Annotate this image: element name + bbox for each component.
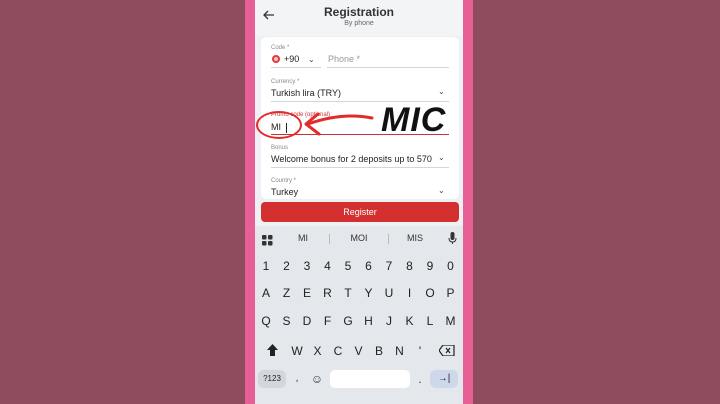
chevron-down-icon[interactable]: ⌄ (308, 55, 315, 64)
country-select[interactable]: Turkey (271, 187, 298, 197)
side-bar-left (245, 0, 255, 404)
key-1[interactable]: 1 (257, 255, 275, 277)
key-w[interactable]: W (288, 340, 306, 362)
turkey-flag-icon (272, 55, 280, 63)
enter-key[interactable]: →| (430, 370, 458, 388)
page-subtitle: By phone (344, 20, 374, 27)
suggestion[interactable]: MOI (339, 228, 379, 248)
suggestion[interactable]: MIS (397, 228, 433, 248)
key-c[interactable]: C (329, 340, 347, 362)
register-button[interactable]: Register (261, 202, 459, 222)
key-apostrophe[interactable]: ' (411, 340, 429, 362)
key-9[interactable]: 9 (421, 255, 439, 277)
key-i[interactable]: I (401, 282, 419, 304)
bonus-underline (271, 167, 449, 168)
currency-label: Currency * (271, 79, 300, 85)
suggestion-divider (329, 234, 330, 244)
phone-underline (327, 67, 449, 68)
chevron-down-icon[interactable]: ⌄ (438, 186, 445, 195)
suggestion[interactable]: MI (285, 228, 321, 248)
key-8[interactable]: 8 (401, 255, 419, 277)
key-5[interactable]: 5 (339, 255, 357, 277)
key-z[interactable]: Z (278, 282, 296, 304)
bonus-select[interactable]: Welcome bonus for 2 deposits up to 570 (271, 154, 433, 164)
period-key[interactable]: . (415, 370, 425, 388)
key-s[interactable]: S (278, 310, 296, 332)
bonus-label: Bonus (271, 145, 289, 151)
annotation-text: MIC (381, 101, 447, 139)
key-p[interactable]: P (442, 282, 460, 304)
annotation-circle (256, 111, 302, 139)
key-e[interactable]: E (298, 282, 316, 304)
key-y[interactable]: Y (360, 282, 378, 304)
key-j[interactable]: J (380, 310, 398, 332)
side-bar-right (463, 0, 473, 404)
suggestion-divider (388, 234, 389, 244)
key-h[interactable]: H (360, 310, 378, 332)
key-4[interactable]: 4 (319, 255, 337, 277)
key-u[interactable]: U (380, 282, 398, 304)
key-o[interactable]: O (421, 282, 439, 304)
key-v[interactable]: V (350, 340, 368, 362)
microphone-icon[interactable] (447, 232, 457, 246)
phone-input[interactable]: Phone * (328, 54, 360, 64)
chevron-down-icon[interactable]: ⌄ (438, 87, 445, 96)
space-key[interactable] (330, 370, 410, 388)
currency-select[interactable]: Turkish lira (TRY) (271, 88, 341, 98)
key-f[interactable]: F (319, 310, 337, 332)
key-t[interactable]: T (339, 282, 357, 304)
phone-screen: Registration By phone Code * +90 ⌄ Phone… (255, 0, 463, 404)
key-n[interactable]: N (391, 340, 409, 362)
key-7[interactable]: 7 (380, 255, 398, 277)
numbers-key[interactable]: ?123 (258, 370, 286, 388)
key-a[interactable]: A (257, 282, 275, 304)
key-m[interactable]: M (442, 310, 460, 332)
key-d[interactable]: D (298, 310, 316, 332)
key-r[interactable]: R (319, 282, 337, 304)
key-0[interactable]: 0 (442, 255, 460, 277)
key-6[interactable]: 6 (360, 255, 378, 277)
page-title: Registration (323, 5, 394, 19)
chevron-down-icon[interactable]: ⌄ (438, 153, 445, 162)
emoji-icon[interactable]: ☺ (310, 370, 324, 388)
key-3[interactable]: 3 (298, 255, 316, 277)
comma-key[interactable]: , (292, 370, 302, 388)
backspace-icon[interactable] (437, 343, 457, 361)
keyboard: MI MOI MIS ?123 , ☺ . →| 1234567890AZERT… (255, 226, 463, 404)
annotation-arrow (304, 112, 374, 136)
key-b[interactable]: B (370, 340, 388, 362)
apps-grid-icon[interactable] (261, 233, 273, 246)
key-g[interactable]: G (339, 310, 357, 332)
key-l[interactable]: L (421, 310, 439, 332)
key-k[interactable]: K (401, 310, 419, 332)
code-value[interactable]: +90 (284, 54, 299, 64)
key-x[interactable]: X (309, 340, 327, 362)
code-label: Code * (271, 45, 290, 51)
key-q[interactable]: Q (257, 310, 275, 332)
code-underline (271, 67, 321, 68)
header: Registration By phone (255, 0, 463, 36)
shift-icon[interactable] (263, 341, 281, 363)
key-2[interactable]: 2 (278, 255, 296, 277)
country-label: Country * (271, 178, 297, 184)
